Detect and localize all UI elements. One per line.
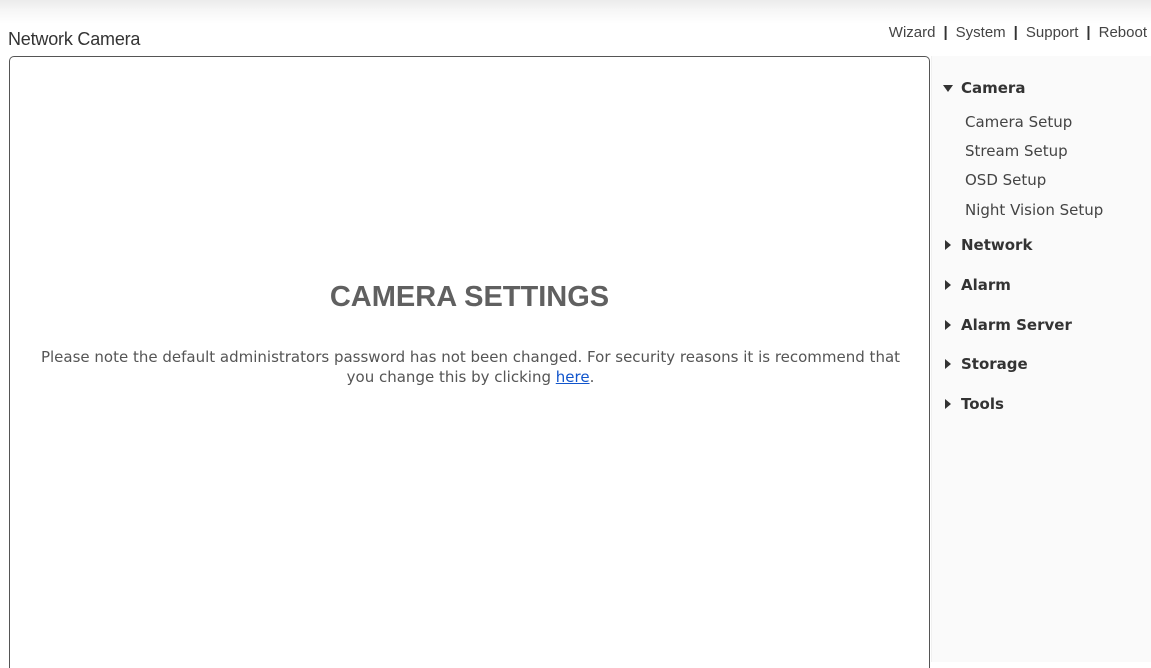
sidebar-item-camera-setup[interactable]: Camera Setup [965,113,1072,131]
top-navigation: Wizard | System | Support | Reboot [889,24,1147,41]
sidebar-section-alarm-server[interactable]: Alarm Server [943,316,1072,334]
triangle-right-icon [945,320,951,330]
sidebar-item-stream-setup[interactable]: Stream Setup [965,142,1068,160]
sidebar-section-label: Alarm [961,276,1011,294]
password-notice: Please note the default administrators p… [40,347,901,387]
change-password-link[interactable]: here [556,368,590,386]
notice-text: Please note the default administrators p… [40,348,901,386]
sidebar-section-label: Camera [961,79,1026,97]
sidebar-section-alarm[interactable]: Alarm [943,276,1011,294]
sidebar-item-night-vision-setup[interactable]: Night Vision Setup [965,201,1103,219]
sidebar-menu: Camera Camera Setup Stream Setup OSD Set… [931,56,1151,662]
sidebar-section-tools[interactable]: Tools [943,395,1004,413]
top-bar: Network Camera Wizard | System | Support… [0,0,1151,56]
sidebar-section-label: Storage [961,355,1028,373]
sidebar-section-storage[interactable]: Storage [943,355,1028,373]
nav-separator: | [1086,24,1091,41]
sidebar-section-label: Tools [961,395,1004,413]
triangle-right-icon [945,280,951,290]
sidebar-item-osd-setup[interactable]: OSD Setup [965,171,1046,189]
nav-support-link[interactable]: Support [1026,24,1079,41]
sidebar-section-network[interactable]: Network [943,236,1032,254]
nav-reboot-link[interactable]: Reboot [1099,24,1147,41]
main-content-panel: CAMERA SETTINGS Please note the default … [9,56,930,668]
triangle-right-icon [945,240,951,250]
sidebar-section-label: Alarm Server [961,316,1072,334]
notice-period: . [589,368,595,386]
app-title: Network Camera [8,29,141,49]
nav-separator: | [1013,24,1018,41]
nav-system-link[interactable]: System [956,24,1006,41]
triangle-right-icon [945,359,951,369]
page-title: CAMERA SETTINGS [329,281,610,313]
sidebar-section-camera[interactable]: Camera [943,79,1025,97]
triangle-down-icon [943,84,953,92]
nav-wizard-link[interactable]: Wizard [889,24,936,41]
triangle-right-icon [945,399,951,409]
nav-separator: | [943,24,948,41]
sidebar-section-label: Network [961,236,1033,254]
